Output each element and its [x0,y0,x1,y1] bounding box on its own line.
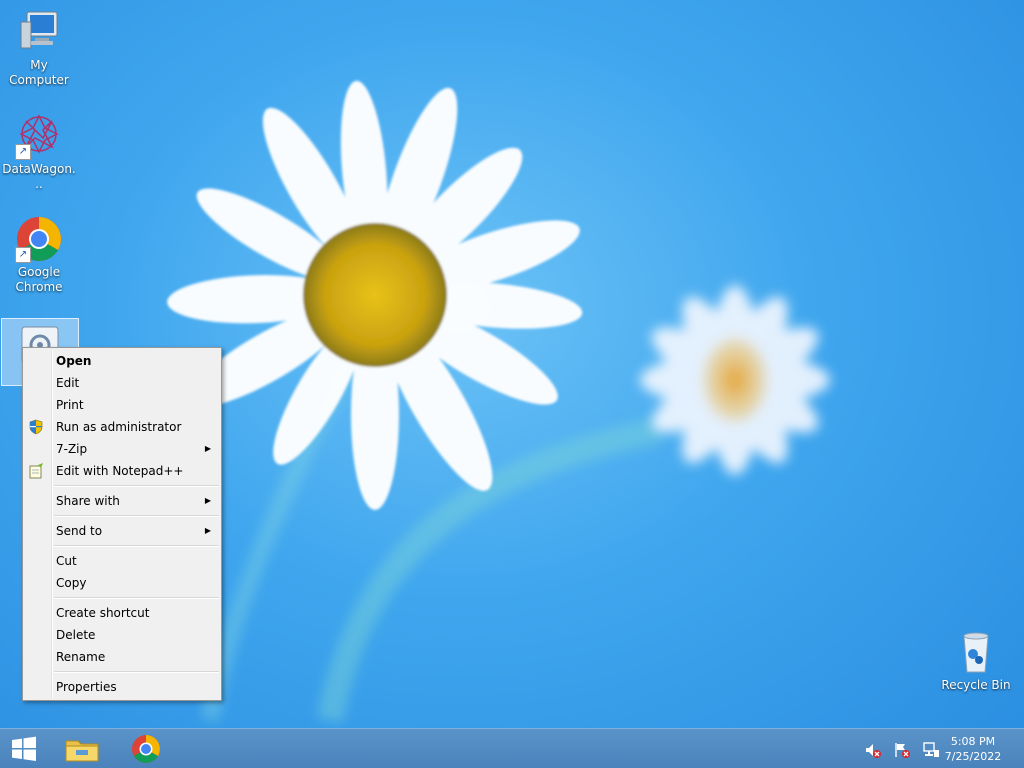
action-center-flag-icon[interactable] [893,741,911,759]
shortcut-arrow-icon: ↗ [15,144,31,160]
menu-item-send-to[interactable]: Send to ▶ [23,520,221,542]
menu-separator [54,597,219,599]
taskbar-chrome-button[interactable] [124,733,168,765]
menu-item-open[interactable]: Open [23,350,221,372]
desktop[interactable]: My Computer ↗ DataWagon... ↗ Google Chro… [0,0,1024,768]
taskbar-clock[interactable]: 5:08 PM 7/25/2022 [938,734,1008,764]
desktop-icon-recycle-bin[interactable]: Recycle Bin [938,628,1014,693]
menu-item-rename[interactable]: Rename [23,646,221,668]
menu-separator [54,485,219,487]
desktop-icon-label: Google Chrome [15,265,63,294]
menu-separator [54,545,219,547]
clock-date: 7/25/2022 [944,750,1002,763]
menu-item-share-with[interactable]: Share with ▶ [23,490,221,512]
shield-icon [28,419,44,435]
menu-item-edit-with-notepadpp[interactable]: Edit with Notepad++ [23,460,221,482]
menu-item-delete[interactable]: Delete [23,624,221,646]
submenu-arrow-icon: ▶ [204,444,211,453]
menu-item-copy[interactable]: Copy [23,572,221,594]
submenu-arrow-icon: ▶ [204,526,211,535]
chrome-icon: ↗ [15,215,63,263]
menu-item-7zip[interactable]: 7-Zip ▶ [23,438,221,460]
desktop-icon-label: Recycle Bin [941,678,1011,692]
start-button[interactable] [4,733,44,765]
file-explorer-icon [65,740,99,762]
menu-item-create-shortcut[interactable]: Create shortcut [23,602,221,624]
menu-item-properties[interactable]: Properties [23,676,221,698]
notepad-plus-plus-icon [28,463,44,479]
desktop-icon-label: DataWagon... [2,162,76,191]
desktop-icon-google-chrome[interactable]: ↗ Google Chrome [1,215,77,295]
datawagon-icon: ↗ [15,112,63,160]
taskbar-file-explorer-button[interactable] [60,733,104,765]
windows-logo-icon [12,736,36,761]
menu-item-print[interactable]: Print [23,394,221,416]
desktop-icon-my-computer[interactable]: My Computer [1,8,77,88]
desktop-icon-datawagon[interactable]: ↗ DataWagon... [1,112,77,192]
system-tray [858,739,940,759]
menu-separator [54,671,219,673]
chrome-icon [132,735,160,763]
context-menu: Open Edit Print Run as administrator 7-Z… [22,347,222,701]
menu-item-cut[interactable]: Cut [23,550,221,572]
taskbar: 5:08 PM 7/25/2022 [0,728,1024,768]
menu-separator [54,515,219,517]
clock-time: 5:08 PM [950,735,996,748]
shortcut-arrow-icon: ↗ [15,247,31,263]
computer-icon [15,8,63,56]
menu-item-edit[interactable]: Edit [23,372,221,394]
desktop-icon-label: My Computer [9,58,69,87]
submenu-arrow-icon: ▶ [204,496,211,505]
speaker-muted-icon[interactable] [864,741,882,759]
menu-item-run-as-administrator[interactable]: Run as administrator [23,416,221,438]
recycle-bin-icon [952,628,1000,676]
